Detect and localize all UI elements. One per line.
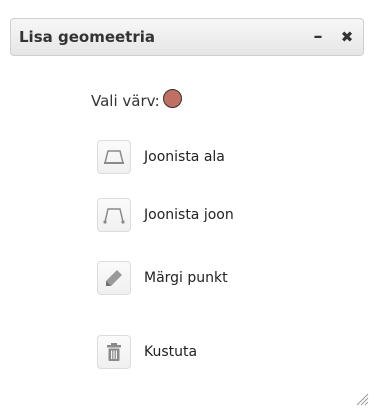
draw-line-label: Joonista joon	[144, 207, 234, 223]
line-icon	[103, 208, 125, 224]
close-button[interactable]: ✖	[336, 26, 358, 48]
delete-label: Kustuta	[144, 344, 198, 360]
color-picker-row: Vali värv:	[91, 88, 182, 113]
draw-line-button[interactable]	[97, 198, 131, 232]
draw-area-button[interactable]	[97, 140, 131, 174]
mark-point-label: Märgi punkt	[144, 270, 228, 286]
draw-line-tool[interactable]: Joonista joon	[97, 197, 234, 233]
minimize-button[interactable]: –	[307, 26, 329, 48]
draw-area-label: Joonista ala	[144, 149, 225, 165]
dialog-titlebar[interactable]: Lisa geomeetria – ✖	[10, 18, 364, 56]
trash-icon	[107, 343, 121, 361]
resize-grip-icon[interactable]	[355, 392, 369, 406]
polygon-icon	[104, 150, 124, 164]
color-label: Vali värv:	[91, 92, 160, 110]
color-swatch[interactable]	[162, 88, 182, 108]
pencil-icon	[106, 270, 122, 286]
draw-area-tool[interactable]: Joonista ala	[97, 139, 225, 175]
delete-button[interactable]	[97, 335, 131, 369]
mark-point-button[interactable]	[97, 261, 131, 295]
add-geometry-dialog: Lisa geomeetria – ✖ Vali värv: Joonista …	[0, 0, 375, 412]
dialog-title: Lisa geomeetria	[19, 28, 155, 46]
delete-tool[interactable]: Kustuta	[97, 334, 197, 370]
mark-point-tool[interactable]: Märgi punkt	[97, 260, 228, 296]
